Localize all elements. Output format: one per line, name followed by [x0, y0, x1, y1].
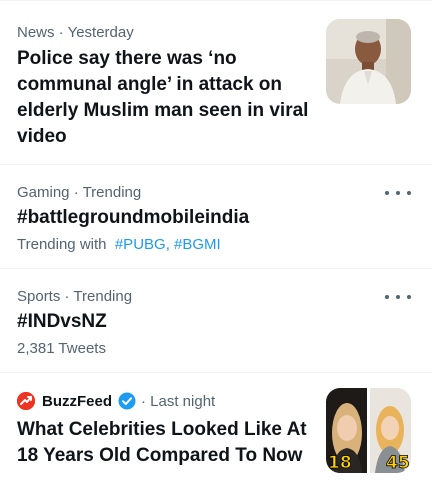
trend-meta: Sports · Trending: [17, 288, 133, 305]
trend-headline: #INDvsNZ: [17, 311, 107, 332]
celebrities-thumbnail[interactable]: 18 45: [326, 388, 411, 473]
tweet-count: 2,381 Tweets: [17, 340, 106, 357]
trends-feed: News · Yesterday Police say there was ‘n…: [0, 0, 432, 492]
trend-item-news[interactable]: News · Yesterday Police say there was ‘n…: [0, 0, 432, 165]
headline-line: Police say there was ‘no: [17, 48, 237, 69]
headline-line: elderly Muslim man seen in viral: [17, 100, 309, 121]
elderly-man-photo: [326, 19, 411, 104]
trend-meta: News · Yesterday: [17, 24, 134, 41]
headline-line: 18 Years Old Compared To Now: [17, 445, 303, 466]
headline-line: communal angle’ in attack on: [17, 74, 283, 95]
related-hashtag-bgmi[interactable]: #BGMI: [174, 236, 221, 253]
trend-headline: What Celebrities Looked Like At 18 Years…: [17, 417, 307, 469]
celebrities-comparison-photo: 18 45: [326, 388, 411, 473]
buzzfeed-logo-icon: [17, 392, 35, 410]
thumb-number-left: 18: [328, 453, 352, 473]
headline-line: What Celebrities Looked Like At: [17, 419, 307, 440]
trend-headline: Police say there was ‘no communal angle’…: [17, 46, 308, 150]
more-dots-icon[interactable]: [385, 183, 411, 203]
timestamp: · Last night: [141, 393, 216, 410]
more-dots-icon[interactable]: [385, 287, 411, 307]
headline-line: video: [17, 126, 67, 147]
related-hashtag-pubg[interactable]: #PUBG,: [115, 236, 170, 253]
trend-item-sports[interactable]: Sports · Trending #INDvsNZ 2,381 Tweets: [0, 269, 432, 373]
trend-headline: #battlegroundmobileindia: [17, 207, 250, 228]
trend-related: Trending with #PUBG, #BGMI: [17, 235, 221, 255]
trend-item-gaming[interactable]: Gaming · Trending #battlegroundmobileind…: [0, 165, 432, 269]
verified-badge-icon: [118, 392, 136, 410]
source-name[interactable]: BuzzFeed: [42, 392, 112, 412]
trend-meta: Gaming · Trending: [17, 184, 142, 201]
trending-with-label: Trending with: [17, 236, 107, 253]
news-thumbnail[interactable]: [326, 19, 411, 104]
